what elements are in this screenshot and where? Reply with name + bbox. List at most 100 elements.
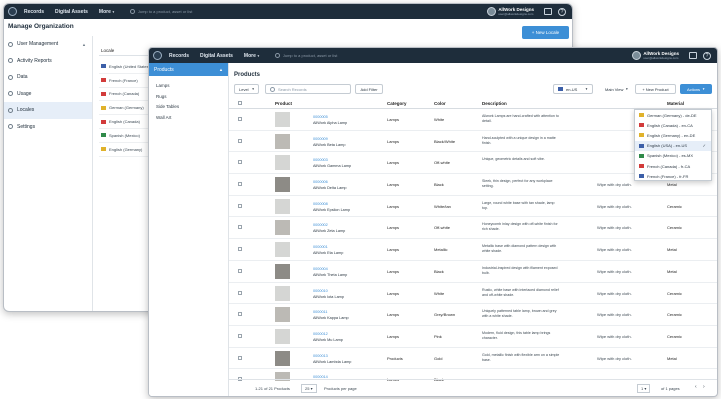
user-menu[interactable]: AllWork Designs user@allworkdesigns.com [487,7,534,17]
add-filter-button[interactable]: Add Filter [355,84,383,94]
locale-option[interactable]: English (Canada) - en-CA [635,120,711,130]
global-search[interactable]: Jump to a product, asset or list [129,9,238,14]
product-thumbnail[interactable] [275,350,290,366]
nav-records[interactable]: Records [169,53,189,59]
locale-option[interactable]: Spanish (Mexico) - es-MX [635,151,711,161]
user-menu[interactable]: AllWork Designs user@allworkdesigns.com [632,51,679,61]
product-thumbnail[interactable] [275,263,290,279]
level-select[interactable]: Level ▼ [234,84,259,94]
select-all-checkbox[interactable] [238,101,242,105]
app-logo[interactable] [8,7,17,16]
global-search[interactable]: Jump to a product, asset or list [274,53,383,58]
nav-more[interactable]: More▼ [99,9,115,15]
product-thumbnail[interactable] [275,198,290,214]
locale-row[interactable]: German (Germany) [99,101,152,116]
product-thumbnail[interactable] [275,155,290,171]
sidebar-item-locales[interactable]: Locales [4,102,92,119]
table-row[interactable]: 0000008 AllWork Epsilon Lamp Lamps White/ta… [229,196,717,218]
material-cell: Metal [667,268,677,274]
color-column-header[interactable]: Color [434,101,446,106]
table-row[interactable]: 0000011 AllWork Kappa Lamp Lamps Grey/Brown… [229,304,717,326]
inbox-icon[interactable] [544,8,552,15]
help-icon[interactable]: ? [558,7,566,16]
table-row[interactable]: 0000001 AllWork Eta Lamp Lamps Metallic Meta… [229,239,717,261]
table-row[interactable]: 0000004 AllWork Theta Lamp Lamps Black Indus… [229,261,717,283]
sidebar-item-usage[interactable]: Usage [4,86,92,103]
material-column-header[interactable]: Material [667,101,684,106]
products-tree-header[interactable]: Products ▲ [149,63,228,76]
page-select[interactable]: 1 ▾ [637,384,651,393]
category-item[interactable]: Side Tables [149,101,228,112]
locale-row[interactable]: Spanish (Mexico) [99,129,152,143]
per-page-value: 25 [305,386,310,391]
actions-button[interactable]: Actions ▼ [680,84,712,94]
locale-row[interactable]: French (Canada) [99,88,152,102]
row-checkbox[interactable] [238,138,242,143]
products-tree-label: Products [154,66,174,73]
row-checkbox[interactable] [238,290,242,295]
category-item[interactable]: Rugs [149,91,228,102]
category-column-header[interactable]: Category [387,101,407,106]
row-checkbox[interactable] [238,247,242,252]
category-item[interactable]: Wall Art [149,112,228,123]
category-item[interactable]: Lamps [149,80,228,91]
main-view-select[interactable]: Main View ▼ [601,84,635,94]
sidebar-item-data[interactable]: Data [4,69,92,86]
sidebar-item-activity-reports[interactable]: Activity Reports [4,53,92,70]
locale-row[interactable]: English (Canada) [99,115,152,129]
care-cell: Wipe with dry cloth. [597,312,632,318]
nav-records[interactable]: Records [24,9,44,15]
product-thumbnail[interactable] [275,177,290,193]
new-product-button[interactable]: + New Product [635,84,676,94]
table-row[interactable]: 0000012 AllWork Mu Lamp Lamps Pink Modern, f… [229,326,717,348]
locale-option[interactable]: English (Germany) - en-DE [635,130,711,140]
locale-option[interactable]: French (France) - fr-FR [635,171,711,181]
row-checkbox[interactable] [238,203,242,208]
checkmark-icon: ✓ [702,143,706,149]
previous-page-icon[interactable]: ‹ [695,384,697,390]
row-checkbox[interactable] [238,333,242,338]
products-main: Products Level ▼ Search Records Add Filte… [229,63,717,396]
locale-row[interactable]: French (France) [99,74,152,88]
nav-more[interactable]: More▼ [244,53,260,59]
locale-option[interactable]: English (USA) - en-US ✓ [635,140,711,151]
product-thumbnail[interactable] [275,220,290,236]
new-locale-button[interactable]: + New Locale [522,26,569,39]
locale-select[interactable]: en-US ▼ [553,84,593,94]
row-checkbox[interactable] [238,160,242,165]
row-checkbox[interactable] [238,117,242,121]
locale-row[interactable]: English (Germany) [99,143,152,157]
table-row[interactable]: 0000013 AllWork Lambda Lamp Products Gold Go… [229,348,717,370]
care-cell: Wipe with dry cloth. [597,355,632,361]
table-row[interactable]: 0000002 AllWork Zeta Lamp Lamps Off-white Ho… [229,217,717,240]
row-checkbox[interactable] [238,355,242,360]
locale-option[interactable]: German (Germany) - de-DE [635,110,711,120]
product-thumbnail[interactable] [275,112,290,127]
records-search-input[interactable]: Search Records [265,84,351,94]
product-thumbnail[interactable] [275,328,290,344]
locale-option[interactable]: French (Canada) - fr-CA [635,161,711,171]
locale-option-label: English (USA) - en-US [647,143,688,149]
next-page-icon[interactable]: › [703,384,705,390]
row-checkbox[interactable] [238,312,242,317]
inbox-icon[interactable] [689,52,697,59]
app-logo[interactable] [153,51,162,60]
per-page-select[interactable]: 25 ▾ [301,384,317,393]
product-thumbnail[interactable] [275,307,290,323]
nav-digital-assets[interactable]: Digital Assets [200,53,233,59]
nav-digital-assets[interactable]: Digital Assets [55,9,88,15]
locale-row[interactable]: English (United States) [99,60,152,74]
product-thumbnail[interactable] [275,285,290,301]
product-thumbnail[interactable] [275,133,290,149]
sidebar-item-settings[interactable]: Settings [4,119,92,136]
sidebar-item-user-management[interactable]: User Management ▲ [4,36,92,53]
description-cell: Metallic base with diamond pattern desig… [482,244,557,254]
product-column-header[interactable]: Product [275,101,292,106]
row-checkbox[interactable] [238,225,242,230]
help-icon[interactable]: ? [703,51,711,60]
row-checkbox[interactable] [238,268,242,273]
table-row[interactable]: 0000010 AllWork Iota Lamp Lamps White Rustic… [229,283,717,305]
description-column-header[interactable]: Description [482,101,507,106]
product-thumbnail[interactable] [275,242,290,258]
row-checkbox[interactable] [238,182,242,187]
